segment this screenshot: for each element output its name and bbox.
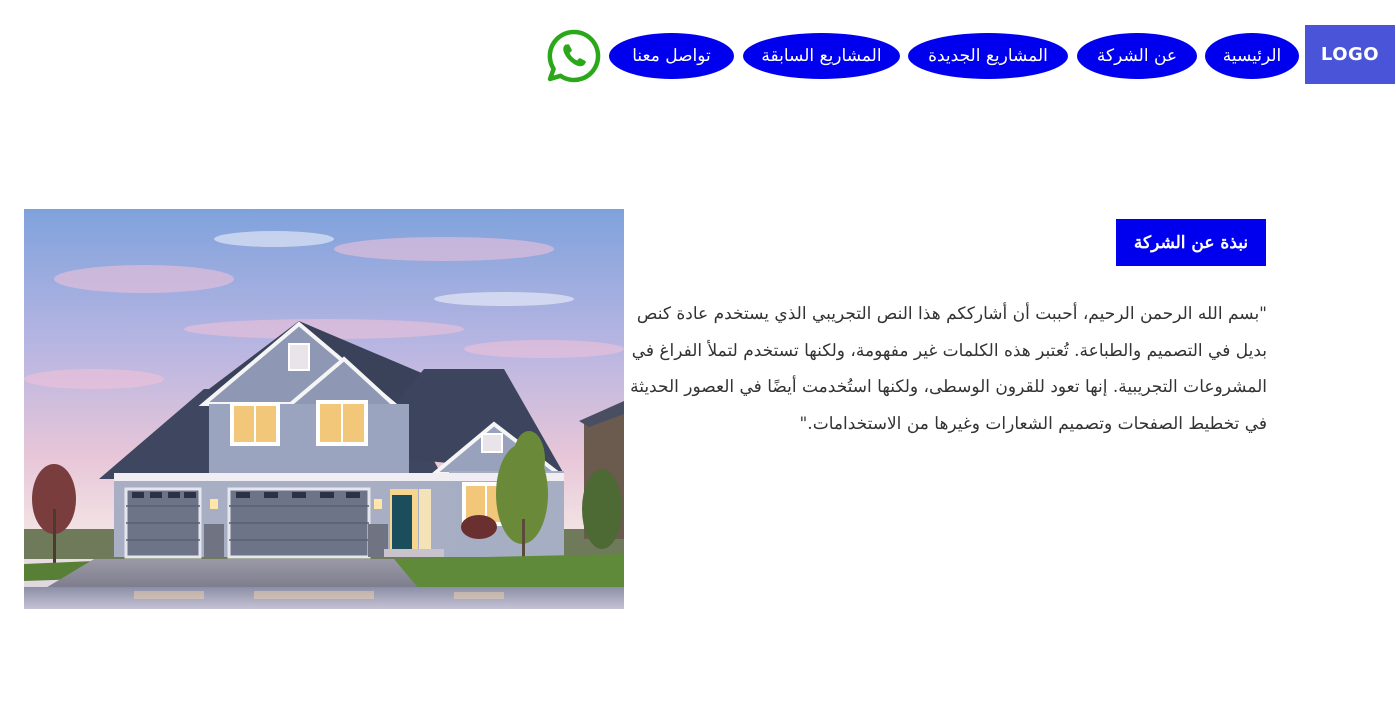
logo[interactable]: LOGO [1305,25,1395,84]
about-heading: نبذة عن الشركة [1116,219,1266,266]
nav-about-button[interactable]: عن الشركة [1077,33,1197,79]
whatsapp-icon[interactable] [546,28,602,84]
nav-previous-projects-button[interactable]: المشاريع السابقة [743,33,900,79]
about-paragraph: "بسم الله الرحمن الرحيم، أحببت أن أشاركك… [630,304,1267,434]
house-photo [24,209,624,609]
nav-new-projects-button[interactable]: المشاريع الجديدة [908,33,1068,79]
nav-contact-button[interactable]: تواصل معنا [609,33,734,79]
page: LOGO الرئيسية عن الشركة المشاريع الجديدة… [0,0,1396,710]
nav-home-button[interactable]: الرئيسية [1205,33,1299,79]
